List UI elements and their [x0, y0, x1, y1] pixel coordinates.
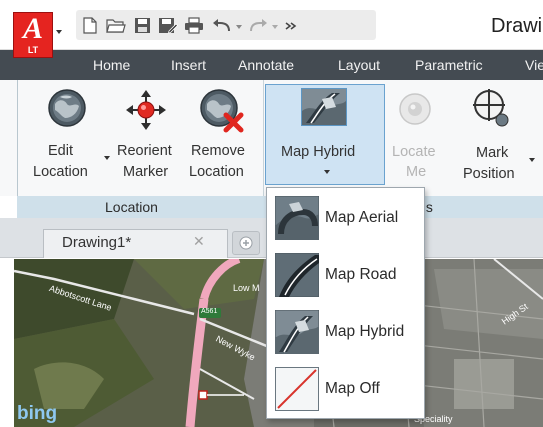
globe-icon	[48, 89, 86, 127]
locate-me-icon	[399, 93, 431, 125]
save-icon[interactable]	[134, 17, 151, 34]
undo-dropdown-icon[interactable]	[236, 25, 242, 29]
map-off-icon	[275, 367, 319, 411]
map-aerial-icon	[275, 196, 319, 240]
app-edition-badge: LT	[27, 45, 39, 55]
menu-item-label: Map Aerial	[325, 209, 399, 226]
remove-location-line1: Remove	[191, 143, 245, 159]
edit-location-line2: Location	[33, 164, 88, 180]
undo-icon[interactable]	[212, 19, 232, 33]
menu-item-map-off[interactable]: Map Off	[269, 363, 423, 417]
map-hybrid-icon	[301, 88, 347, 126]
mark-position-line2: Position	[463, 166, 515, 182]
map-hybrid-icon	[275, 310, 319, 354]
tab-view[interactable]: Vie	[525, 57, 543, 73]
menu-item-map-hybrid[interactable]: Map Hybrid	[269, 306, 423, 360]
mark-position-caret-icon[interactable]	[529, 158, 535, 162]
app-logo: A	[22, 12, 43, 45]
tab-parametric[interactable]: Parametric	[415, 57, 483, 73]
menu-item-label: Map Off	[325, 380, 380, 397]
mark-position-line1: Mark	[476, 145, 509, 161]
map-road-label: A561	[201, 308, 218, 315]
quick-access-toolbar	[76, 10, 376, 40]
tab-home[interactable]: Home	[93, 57, 130, 73]
tab-layout[interactable]: Layout	[338, 57, 380, 73]
location-panel-title: Location	[105, 199, 158, 215]
menu-item-map-aerial[interactable]: Map Aerial	[269, 192, 423, 246]
title-bar: Drawi	[0, 0, 543, 50]
reorient-marker-line2: Marker	[123, 164, 169, 180]
redo-dropdown-icon[interactable]	[272, 25, 278, 29]
application-menu-button[interactable]: A LT	[13, 12, 53, 58]
tab-annotate[interactable]: Annotate	[238, 57, 294, 73]
new-tab-plus-icon	[239, 236, 253, 250]
redo-icon[interactable]	[248, 19, 268, 33]
new-file-icon[interactable]	[82, 17, 98, 34]
mark-position-icon	[473, 89, 509, 127]
new-tab-button[interactable]	[232, 231, 260, 255]
remove-location-line2: Location	[189, 164, 244, 180]
locate-me-line2: Me	[406, 164, 427, 180]
map-road-icon	[275, 253, 319, 297]
app-menu-caret-icon[interactable]	[56, 30, 62, 34]
overflow-chevron-icon[interactable]	[284, 21, 298, 31]
map-hybrid-caret-icon[interactable]	[324, 170, 330, 174]
locate-me-line1: Locate	[392, 144, 436, 160]
map-hybrid-label: Map Hybrid	[281, 144, 356, 160]
tab-insert[interactable]: Insert	[171, 57, 206, 73]
bing-logo: bing	[17, 403, 58, 424]
reorient-marker-line1: Reorient	[117, 143, 172, 159]
edit-location-caret-icon[interactable]	[104, 156, 110, 160]
ribbon-tab-strip: Home Insert Annotate Layout Parametric V…	[0, 50, 543, 80]
print-icon[interactable]	[184, 17, 204, 34]
close-icon[interactable]: ✕	[193, 233, 205, 250]
globe-remove-icon	[200, 89, 244, 133]
save-as-icon[interactable]	[158, 17, 178, 34]
menu-item-map-road[interactable]: Map Road	[269, 249, 423, 303]
menu-item-label: Map Road	[325, 266, 397, 283]
map-hybrid-image	[302, 89, 346, 125]
map-street-label: Low M	[233, 283, 260, 293]
map-type-dropdown: Map Aerial Map Road Map Hybrid Map Off	[266, 187, 425, 419]
open-folder-icon[interactable]	[106, 17, 126, 34]
edit-location-line1: Edit	[48, 143, 73, 159]
doc-tab-label: Drawing1*	[62, 234, 132, 251]
marker-arrows-icon	[126, 90, 166, 130]
menu-item-label: Map Hybrid	[325, 323, 405, 340]
window-title: Drawi	[491, 15, 543, 37]
